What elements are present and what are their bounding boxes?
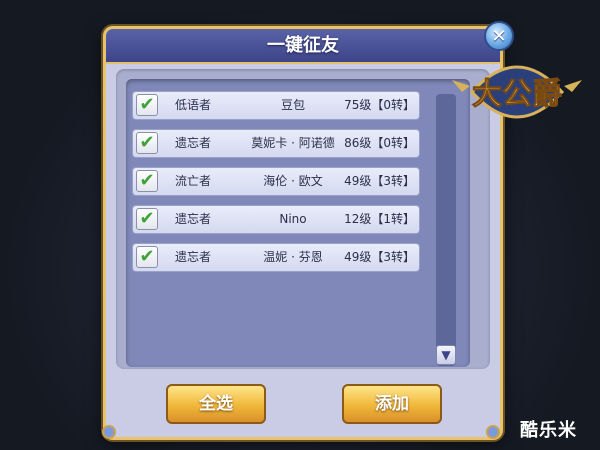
- list-item[interactable]: ✔ 遗忘者 温妮 · 芬恩 49级【3转】: [132, 243, 420, 272]
- triangle-down-icon: ▼: [441, 348, 451, 362]
- dialog-title: 一键征友: [267, 35, 339, 56]
- checkbox[interactable]: ✔: [136, 94, 158, 116]
- friend-class: 流亡者: [175, 174, 212, 188]
- corner-ornament: [102, 425, 116, 439]
- friend-level: 49级【3转】: [344, 250, 415, 264]
- logo-text: 大公爵: [472, 77, 562, 112]
- friend-name: 海伦 · 欧文: [263, 174, 323, 188]
- friend-level: 49级【3转】: [344, 174, 415, 188]
- corner-ornament: [486, 425, 500, 439]
- friend-recruit-dialog: 一键征友 ✕ ✔ 低语者 豆包 75级【0转】 ✔ 遗忘者 莫妮卡 · 阿诺德 …: [102, 21, 514, 440]
- friend-name: Nino: [279, 212, 307, 226]
- watermark: 酷乐米: [520, 420, 577, 441]
- friend-class: 遗忘者: [175, 250, 212, 264]
- friend-list: ✔ 低语者 豆包 75级【0转】 ✔ 遗忘者 莫妮卡 · 阿诺德 86级【0转】…: [126, 79, 470, 367]
- check-icon: ✔: [139, 246, 155, 267]
- check-icon: ✔: [139, 170, 155, 191]
- game-logo: 大公爵: [452, 65, 582, 119]
- friend-level: 12级【1转】: [344, 212, 415, 226]
- dialog-title-bar: 一键征友: [106, 29, 500, 64]
- friend-level: 86级【0转】: [344, 136, 415, 150]
- close-button[interactable]: ✕: [484, 21, 514, 51]
- check-icon: ✔: [139, 208, 155, 229]
- friend-class: 遗忘者: [175, 212, 212, 226]
- select-all-button[interactable]: 全选: [166, 384, 266, 424]
- checkbox[interactable]: ✔: [136, 170, 158, 192]
- checkbox[interactable]: ✔: [136, 208, 158, 230]
- add-button[interactable]: 添加: [342, 384, 442, 424]
- list-item[interactable]: ✔ 遗忘者 Nino 12级【1转】: [132, 205, 420, 234]
- list-item[interactable]: ✔ 流亡者 海伦 · 欧文 49级【3转】: [132, 167, 420, 196]
- friend-name: 温妮 · 芬恩: [263, 250, 323, 264]
- friend-class: 低语者: [175, 98, 212, 112]
- scroll-down-button[interactable]: ▼: [436, 345, 456, 365]
- check-icon: ✔: [139, 132, 155, 153]
- check-icon: ✔: [139, 94, 155, 115]
- friend-name: 豆包: [280, 98, 305, 112]
- friend-level: 75级【0转】: [344, 98, 415, 112]
- checkbox[interactable]: ✔: [136, 132, 158, 154]
- list-item[interactable]: ✔ 低语者 豆包 75级【0转】: [132, 91, 420, 120]
- scrollbar[interactable]: ▼: [436, 94, 456, 366]
- list-item[interactable]: ✔ 遗忘者 莫妮卡 · 阿诺德 86级【0转】: [132, 129, 420, 158]
- checkbox[interactable]: ✔: [136, 246, 158, 268]
- close-icon: ✕: [491, 25, 507, 47]
- friend-class: 遗忘者: [175, 136, 212, 150]
- friend-name: 莫妮卡 · 阿诺德: [251, 136, 335, 150]
